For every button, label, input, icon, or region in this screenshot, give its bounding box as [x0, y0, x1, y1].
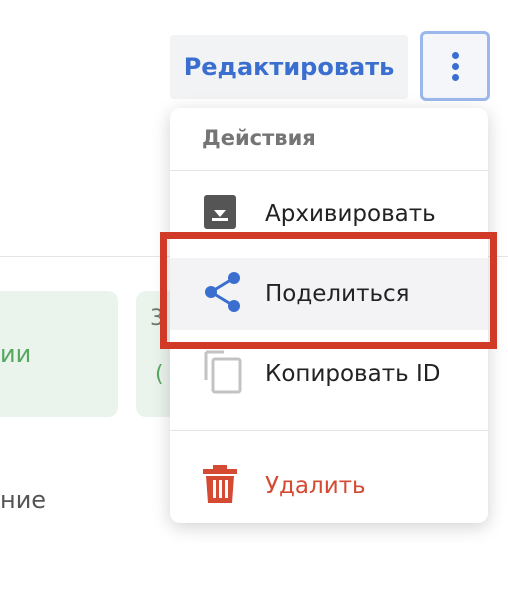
menu-item-delete[interactable]: Удалить: [170, 450, 488, 522]
copy-icon: [202, 350, 242, 398]
section-label: ние: [0, 486, 47, 514]
menu-item-label: Копировать ID: [265, 361, 441, 387]
stat-card-left-text: ии: [0, 340, 32, 368]
edit-button[interactable]: Редактировать: [170, 35, 408, 99]
trash-icon: [202, 464, 238, 508]
menu-divider: [170, 170, 488, 171]
archive-icon: [202, 194, 238, 234]
menu-header: Действия: [202, 126, 316, 150]
menu-item-label: Удалить: [265, 473, 366, 499]
highlight-frame: [160, 232, 497, 349]
stat-card-right-paren: (: [155, 362, 164, 387]
more-options-button[interactable]: [420, 31, 490, 101]
menu-divider: [170, 430, 488, 431]
menu-item-label: Архивировать: [265, 201, 436, 227]
